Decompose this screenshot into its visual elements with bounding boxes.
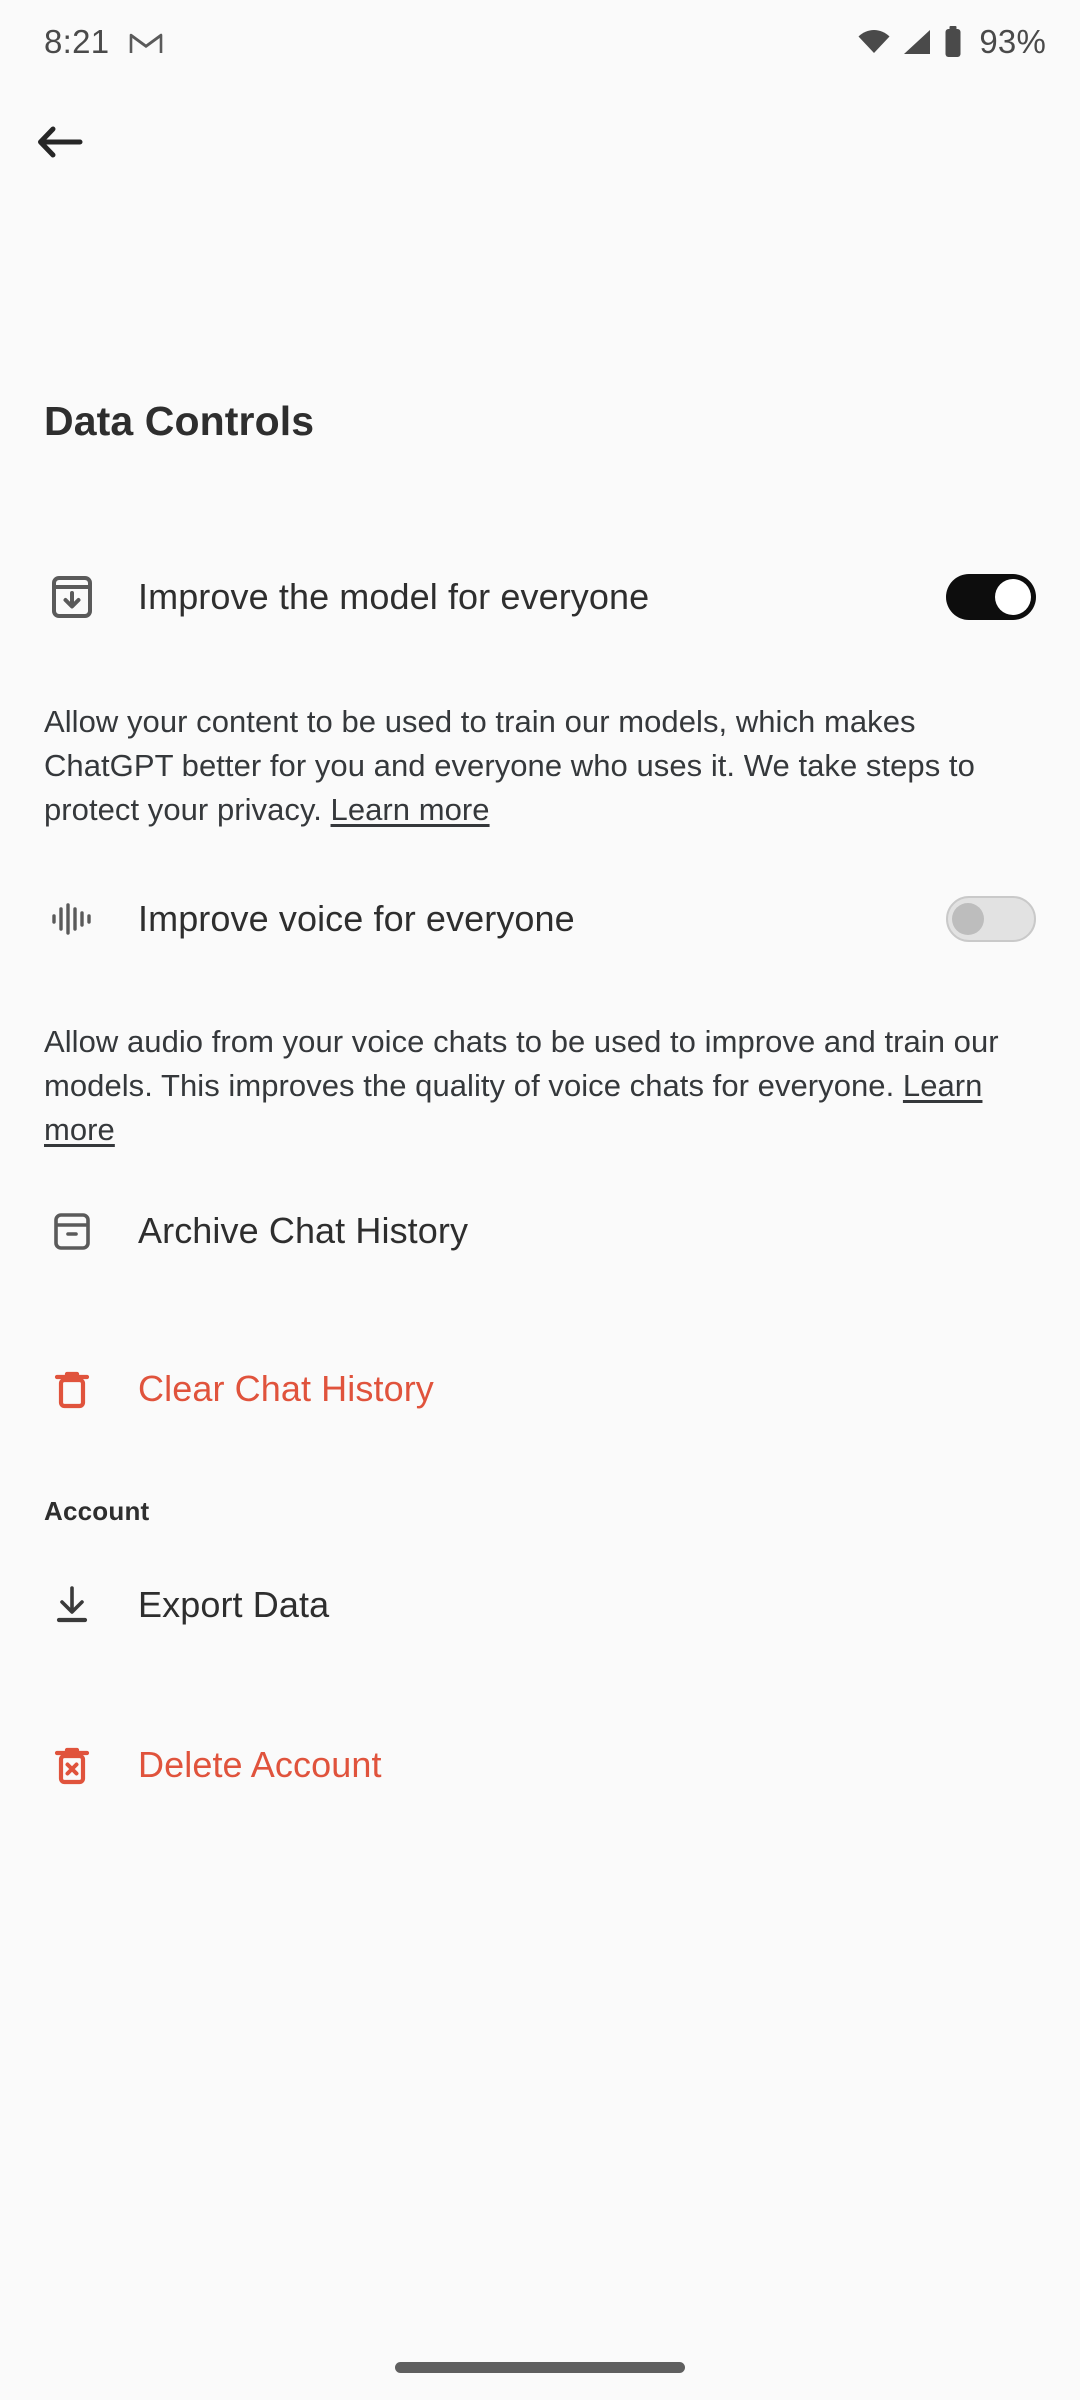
setting-row-improve-model[interactable]: Improve the model for everyone — [0, 562, 1080, 632]
setting-label-improve-voice: Improve voice for everyone — [138, 898, 575, 939]
menu-label-clear-chat-history: Clear Chat History — [138, 1368, 434, 1409]
cellular-signal-icon — [901, 28, 933, 56]
menu-label-delete-account: Delete Account — [138, 1744, 382, 1785]
menu-row-clear-chat-history[interactable]: Clear Chat History — [0, 1354, 1080, 1424]
home-indicator[interactable] — [395, 2362, 685, 2373]
menu-label-archive-chat-history: Archive Chat History — [138, 1210, 469, 1251]
setting-row-improve-voice[interactable]: Improve voice for everyone — [0, 884, 1080, 954]
menu-row-archive-chat-history[interactable]: Archive Chat History — [0, 1196, 1080, 1266]
archive-box-icon — [44, 1203, 100, 1259]
menu-label-export-data: Export Data — [138, 1584, 330, 1625]
section-header-account: Account — [44, 1496, 150, 1526]
battery-icon — [943, 26, 963, 58]
description-improve-voice: Allow audio from your voice chats to be … — [44, 1020, 1040, 1152]
voice-waveform-icon — [44, 891, 100, 947]
toggle-improve-voice[interactable] — [946, 896, 1036, 942]
wifi-icon — [857, 28, 891, 56]
app-screen: 8:21 93% Data Controls Improve the model… — [0, 0, 1080, 2400]
status-bar-right: 93% — [857, 23, 1046, 61]
gmail-icon — [129, 29, 163, 55]
toggle-improve-model[interactable] — [946, 574, 1036, 620]
menu-row-delete-account[interactable]: Delete Account — [0, 1730, 1080, 1800]
back-arrow-icon — [36, 120, 84, 164]
download-icon — [44, 1577, 100, 1633]
toggle-knob — [952, 903, 984, 935]
trash-x-icon — [44, 1737, 100, 1793]
status-bar: 8:21 93% — [0, 0, 1080, 84]
archive-download-icon — [44, 569, 100, 625]
description-improve-model: Allow your content to be used to train o… — [44, 700, 1040, 832]
toggle-knob — [995, 579, 1031, 615]
menu-row-export-data[interactable]: Export Data — [0, 1570, 1080, 1640]
trash-icon — [44, 1361, 100, 1417]
description-text: Allow audio from your voice chats to be … — [44, 1024, 999, 1103]
page-title: Data Controls — [44, 398, 315, 444]
status-bar-left: 8:21 — [44, 23, 163, 61]
setting-label-improve-model: Improve the model for everyone — [138, 576, 650, 617]
back-button[interactable] — [22, 104, 98, 180]
status-bar-clock: 8:21 — [44, 23, 110, 60]
learn-more-link-model[interactable]: Learn more — [331, 792, 490, 827]
battery-percentage: 93% — [979, 23, 1046, 60]
description-text: Allow your content to be used to train o… — [44, 704, 975, 827]
